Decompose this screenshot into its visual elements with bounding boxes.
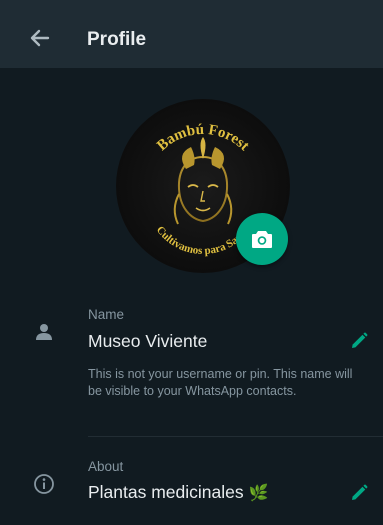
info-icon xyxy=(30,470,58,498)
edit-name-button[interactable] xyxy=(344,326,374,356)
person-icon xyxy=(30,318,58,346)
edit-about-button[interactable] xyxy=(344,478,374,508)
top-app-bar: Profile xyxy=(0,0,383,68)
change-photo-button[interactable] xyxy=(236,213,288,265)
pencil-icon xyxy=(352,332,368,348)
name-label: Name xyxy=(88,307,125,322)
name-value[interactable]: Museo Viviente xyxy=(88,331,207,352)
divider xyxy=(88,436,383,437)
face-illustration xyxy=(173,137,233,225)
about-value[interactable]: Plantas medicinales 🌿 xyxy=(88,482,268,503)
pencil-icon xyxy=(352,484,368,500)
page-title: Profile xyxy=(87,29,147,50)
name-hint: This is not your username or pin. This n… xyxy=(88,367,353,398)
herb-emoji: 🌿 xyxy=(248,485,269,502)
about-label: About xyxy=(88,459,124,474)
back-button[interactable] xyxy=(22,20,58,56)
about-text: Plantas medicinales xyxy=(88,482,244,502)
camera-icon xyxy=(252,231,272,248)
arrow-left-icon xyxy=(30,29,50,47)
